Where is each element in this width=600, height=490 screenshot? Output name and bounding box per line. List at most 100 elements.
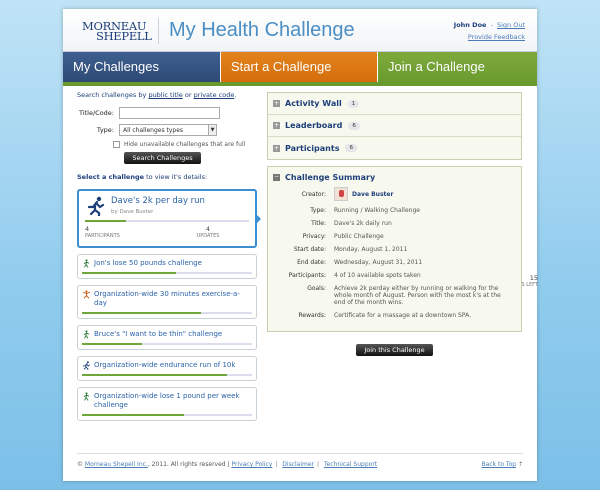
- footer-divider: [77, 453, 523, 454]
- type-label: Type:: [96, 126, 114, 134]
- featured-stats: 4 PARTICIPANTS 4 UPDATES 15 DAYS LEFT: [85, 225, 538, 288]
- challenge-list: Jon's lose 50 pounds challenge Organizati…: [77, 254, 257, 421]
- type-row: Type: All challenges types ▼: [77, 124, 257, 136]
- expand-icon: +: [273, 122, 280, 129]
- details-column: + Activity Wall 1 + Leaderboard 6 + Part…: [267, 92, 522, 356]
- challenge-progress: [82, 343, 252, 345]
- challenge-progress: [82, 272, 252, 274]
- creator-name[interactable]: Dave Buster: [352, 191, 393, 198]
- title-row: Title/Code:: [77, 107, 257, 119]
- challenge-progress: [82, 312, 252, 314]
- walker-icon: [83, 330, 90, 339]
- challenge-title: Jon's lose 50 pounds challenge: [94, 259, 202, 267]
- challenge-progress: [82, 374, 252, 376]
- summary-key: Participants:: [288, 272, 326, 279]
- summary-header[interactable]: − Challenge Summary: [268, 167, 521, 187]
- walker-icon: [83, 392, 90, 401]
- company-link[interactable]: Morneau Shepell Inc.: [85, 461, 148, 468]
- creator-row: Creator: Dave Buster: [268, 187, 521, 201]
- summary-value: Public Challenge: [334, 233, 384, 240]
- challenge-card[interactable]: Jon's lose 50 pounds challenge: [77, 254, 257, 279]
- summary-row: Type: Running / Walking Challenge: [268, 207, 521, 214]
- challenge-title: Organization-wide endurance run of 10k: [94, 361, 236, 369]
- summary-key: Start date:: [293, 246, 326, 253]
- challenge-card[interactable]: Bruce's "I want to be thin" challenge: [77, 325, 257, 350]
- disclaimer-link[interactable]: Disclaimer: [282, 461, 314, 468]
- leaderboard-panel[interactable]: + Leaderboard 6: [268, 115, 521, 137]
- challenge-card[interactable]: Organization-wide endurance run of 10k: [77, 356, 257, 381]
- expand-icon: +: [273, 144, 280, 152]
- company-logo[interactable]: MORNEAU SHEPELL: [82, 20, 152, 42]
- title-code-label: Title/Code:: [79, 109, 114, 117]
- summary-value: Certificate for a massage at a downtown …: [334, 312, 471, 319]
- tab-join-challenge[interactable]: Join a Challenge: [378, 52, 537, 82]
- collapse-icon: −: [273, 172, 280, 181]
- summary-key: Rewards:: [298, 312, 327, 319]
- hide-full-checkbox[interactable]: [113, 141, 120, 148]
- search-intro: Search challenges by public title or pri…: [77, 91, 237, 99]
- summary-row: Start date: Monday, August 1, 2011: [268, 246, 521, 253]
- expand-icon: +: [273, 100, 280, 107]
- hide-full-label: Hide unavailable challenges that are ful…: [124, 141, 246, 148]
- summary-row: Title: Dave's 2k daily run: [268, 220, 521, 227]
- arrow-up-icon: ⇡: [517, 461, 523, 468]
- back-to-top-link[interactable]: Back to Top: [482, 461, 517, 468]
- panel-accordion: + Activity Wall 1 + Leaderboard 6 + Part…: [267, 92, 522, 160]
- summary-value: 4 of 10 available spots taken: [334, 272, 421, 279]
- summary-row: End date: Wednesday, August 31, 2011: [268, 259, 521, 266]
- challenge-card[interactable]: Organization-wide 30 minutes exercise-a-…: [77, 285, 257, 319]
- participants-panel[interactable]: + Participants 6: [268, 137, 521, 159]
- app-title: My Health Challenge: [169, 19, 355, 41]
- summary-value: Running / Walking Challenge: [334, 207, 420, 214]
- walker-icon: [83, 259, 90, 268]
- feedback-link[interactable]: Provide Feedback: [468, 33, 525, 41]
- sign-out-link[interactable]: Sign Out: [497, 21, 525, 29]
- avatar: [334, 187, 348, 201]
- count-badge: 6: [345, 144, 357, 152]
- summary-row: Goals: Achieve 2k perday either by runnin…: [268, 285, 521, 306]
- privacy-link[interactable]: Privacy Policy: [231, 461, 272, 468]
- join-challenge-button[interactable]: Join this Challenge: [356, 344, 433, 356]
- activity-wall-panel[interactable]: + Activity Wall 1: [268, 93, 521, 115]
- title-code-input[interactable]: [119, 107, 220, 119]
- tab-start-challenge[interactable]: Start a Challenge: [221, 52, 378, 82]
- stat-updates: 4 UPDATES: [196, 225, 220, 239]
- count-badge: 6: [348, 121, 360, 130]
- summary-key: End date:: [297, 259, 326, 266]
- chevron-down-icon: ▼: [208, 125, 216, 135]
- challenge-progress: [82, 414, 252, 416]
- logo-divider: [158, 18, 159, 44]
- summary-key: Goals:: [307, 285, 326, 292]
- summary-value: Achieve 2k perday either by running or w…: [334, 285, 501, 306]
- site-header: MORNEAU SHEPELL My Health Challenge John…: [63, 9, 537, 51]
- challenge-title: Organization-wide 30 minutes exercise-a-…: [94, 290, 240, 307]
- private-code-link[interactable]: private code: [194, 91, 235, 99]
- challenge-summary: − Challenge Summary Creator: Dave Buster…: [267, 166, 522, 332]
- runner-icon: [87, 196, 105, 216]
- support-link[interactable]: Technical Support: [324, 461, 377, 468]
- summary-value: Wednesday, August 31, 2011: [334, 259, 423, 266]
- summary-rows: Type: Running / Walking Challenge Title: Da…: [268, 207, 521, 319]
- challenge-title: Bruce's "I want to be thin" challenge: [94, 330, 223, 338]
- summary-key: Type:: [310, 207, 326, 214]
- back-to-top[interactable]: Back to Top ⇡: [482, 461, 523, 468]
- tab-my-challenges[interactable]: My Challenges: [63, 52, 221, 82]
- featured-challenge-card[interactable]: Dave's 2k per day run by Dave Buster 4 PA…: [77, 189, 538, 288]
- summary-key: Title:: [311, 220, 326, 227]
- count-badge: 1: [347, 99, 360, 108]
- page: MORNEAU SHEPELL My Health Challenge John…: [63, 9, 538, 481]
- public-title-link[interactable]: public title: [148, 91, 182, 99]
- challenge-card[interactable]: Organization-wide lose 1 pound per week …: [77, 387, 257, 421]
- summary-row: Rewards: Certificate for a massage at a d…: [268, 312, 521, 319]
- search-column: Search challenges by public title or pri…: [77, 91, 538, 427]
- featured-author: by Dave Buster: [111, 209, 154, 215]
- summary-row: Privacy: Public Challenge: [268, 233, 521, 240]
- select-note: Select a challenge to view it's details:: [77, 173, 208, 181]
- selected-arrow-icon: [257, 215, 261, 223]
- user-name: John Doe: [453, 21, 487, 29]
- stat-participants: 4 PARTICIPANTS: [85, 225, 120, 239]
- search-challenges-button[interactable]: Search Challenges: [124, 152, 201, 164]
- runner-icon: [82, 361, 91, 370]
- type-select[interactable]: All challenges types ▼: [119, 124, 217, 136]
- summary-row: Participants: 4 of 10 available spots tak…: [268, 272, 521, 279]
